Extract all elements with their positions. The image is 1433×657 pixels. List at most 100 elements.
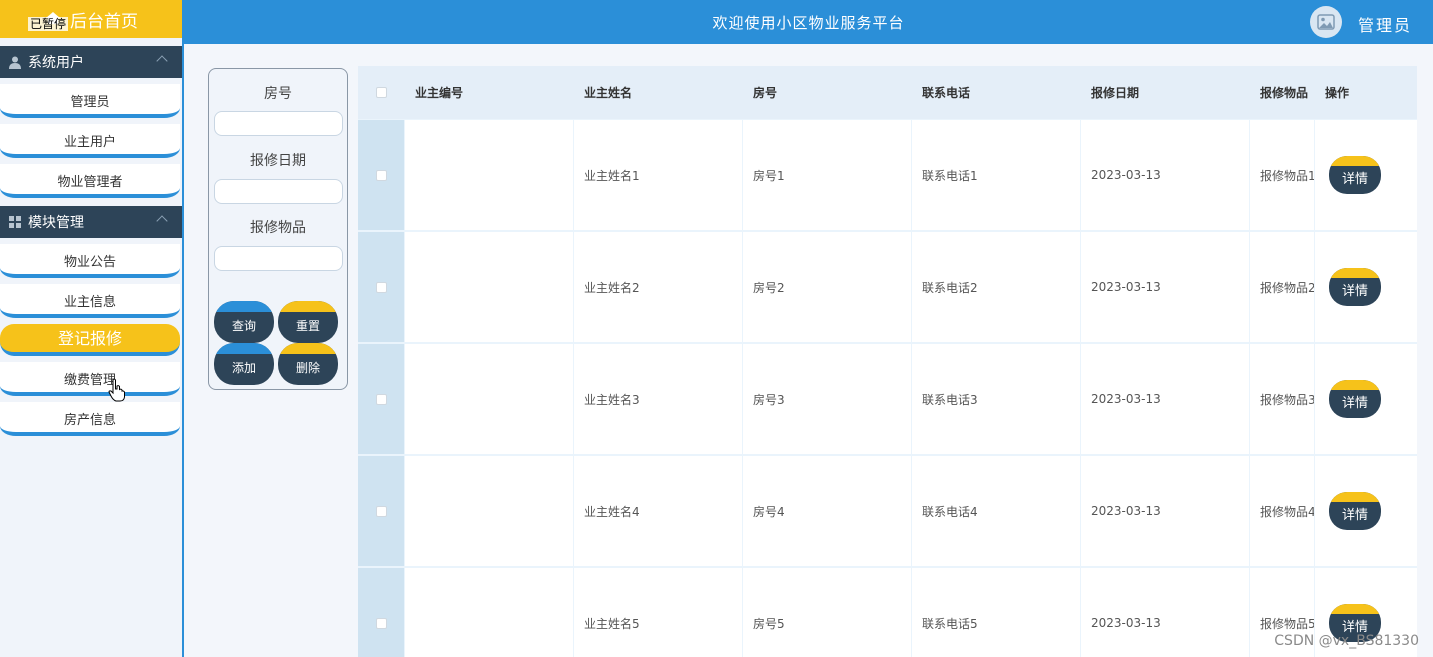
sidebar-item-label: 业主信息 [63, 295, 116, 310]
avatar[interactable] [1310, 6, 1342, 38]
chevron-up-icon [156, 215, 168, 227]
phone-cell: 联系电话1 [912, 120, 1080, 230]
detail-button[interactable]: 详情 [1329, 492, 1381, 530]
phone-cell: 联系电话5 [912, 568, 1080, 657]
row-select-cell [358, 344, 404, 454]
sidebar-item-label: 物业管理者 [57, 175, 123, 190]
delete-button[interactable]: 删除 [278, 343, 338, 385]
sidebar-item-admin[interactable]: 管理员 [0, 84, 180, 118]
row-checkbox[interactable] [375, 169, 387, 181]
chevron-up-icon [156, 55, 168, 67]
column-header: 操作 [1325, 86, 1350, 100]
detail-button[interactable]: 详情 [1329, 156, 1381, 194]
table-row: 业主姓名3 房号3 联系电话3 2023-03-13 报修物品3 详情 [358, 344, 1417, 454]
row-select-cell [358, 232, 404, 342]
query-button[interactable]: 查询 [214, 301, 274, 343]
add-button[interactable]: 添加 [214, 343, 274, 385]
button-label: 详情 [1341, 507, 1368, 522]
sidebar-item-announcements[interactable]: 物业公告 [0, 244, 180, 278]
row-checkbox[interactable] [375, 281, 387, 293]
sidebar-group-label: 模块管理 [28, 215, 84, 231]
table-row: 业主姓名2 房号2 联系电话2 2023-03-13 报修物品2 详情 [358, 232, 1417, 342]
column-header[interactable]: 报修日期 [1081, 66, 1249, 119]
sidebar-item-property-managers[interactable]: 物业管理者 [0, 164, 180, 198]
row-checkbox[interactable] [375, 617, 387, 629]
row-checkbox[interactable] [375, 393, 387, 405]
watermark: CSDN @vx_BS81330 [1274, 633, 1419, 649]
sidebar-item-label: 登记报修 [57, 329, 122, 348]
sidebar-item-label: 业主用户 [63, 135, 116, 150]
column-header[interactable]: 报修物品 [1250, 66, 1314, 119]
repair-date-input[interactable] [214, 179, 343, 204]
button-label: 重置 [295, 319, 320, 333]
detail-button[interactable]: 详情 [1329, 380, 1381, 418]
page-title: 欢迎使用小区物业服务平台 [712, 14, 905, 32]
hand-cursor-icon [108, 378, 125, 402]
grid-icon [9, 216, 21, 228]
column-header[interactable]: 联系电话 [912, 66, 1080, 119]
room-cell: 房号1 [743, 120, 911, 230]
paused-tag: 已暂停 [28, 17, 69, 31]
room-label: 房号 [264, 86, 292, 102]
table-row: 业主姓名4 房号4 联系电话4 2023-03-13 报修物品4 详情 [358, 456, 1417, 566]
action-cell: 详情 [1315, 120, 1417, 230]
room-cell: 房号4 [743, 456, 911, 566]
button-label: 详情 [1341, 171, 1368, 186]
sidebar-item-repair-registration[interactable]: 登记报修 [0, 324, 180, 356]
detail-button[interactable]: 详情 [1329, 268, 1381, 306]
image-icon [1317, 14, 1335, 30]
column-header[interactable]: 业主姓名 [574, 66, 742, 119]
sidebar-item-label: 房产信息 [63, 413, 116, 428]
select-all-checkbox[interactable] [375, 87, 387, 98]
owner-name-cell: 业主姓名4 [574, 456, 742, 566]
date-cell: 2023-03-13 [1081, 120, 1249, 230]
column-header[interactable]: 业主编号 [405, 66, 573, 119]
sidebar-item-property-info[interactable]: 房产信息 [0, 402, 180, 436]
phone-cell: 联系电话3 [912, 344, 1080, 454]
room-cell: 房号5 [743, 568, 911, 657]
owner-id-cell [405, 344, 573, 454]
room-cell: 房号2 [743, 232, 911, 342]
column-header[interactable]: 房号 [743, 66, 911, 119]
action-cell: 详情 [1315, 232, 1417, 342]
date-cell: 2023-03-13 [1081, 568, 1249, 657]
repair-date-label: 报修日期 [250, 153, 306, 169]
sidebar-group-system-users[interactable]: 系统用户 [0, 46, 182, 78]
button-label: 添加 [231, 361, 256, 375]
sidebar-item-label: 管理员 [70, 95, 110, 110]
table-row: 业主姓名5 房号5 联系电话5 2023-03-13 报修物品5 详情 [358, 568, 1417, 657]
item-cell: 报修物品4 [1250, 456, 1314, 566]
sidebar-item-owner-info[interactable]: 业主信息 [0, 284, 180, 318]
table-row: 业主姓名1 房号1 联系电话1 2023-03-13 报修物品1 详情 [358, 120, 1417, 230]
sidebar-item-label: 物业公告 [63, 255, 116, 270]
room-input[interactable] [214, 111, 343, 136]
select-all-cell [358, 66, 404, 119]
search-panel: 房号 报修日期 报修物品 查询 重置 添加 删除 [208, 68, 348, 390]
table-header: 业主编号 业主姓名 房号 联系电话 报修日期 报修物品 操作 [358, 66, 1417, 119]
sidebar: 已暂停 后台首页 系统用户 管理员 业主用户 物业管理者 模块管理 物业公告 业… [0, 0, 184, 657]
date-cell: 2023-03-13 [1081, 456, 1249, 566]
button-label: 详情 [1341, 283, 1368, 298]
sidebar-item-owner-users[interactable]: 业主用户 [0, 124, 180, 158]
action-cell: 详情 [1315, 456, 1417, 566]
button-label: 删除 [295, 361, 320, 375]
button-label: 详情 [1341, 395, 1368, 410]
row-select-cell [358, 456, 404, 566]
row-checkbox[interactable] [375, 505, 387, 517]
item-cell: 报修物品3 [1250, 344, 1314, 454]
reset-button[interactable]: 重置 [278, 301, 338, 343]
row-select-cell [358, 568, 404, 657]
owner-id-cell [405, 232, 573, 342]
sidebar-group-modules[interactable]: 模块管理 [0, 206, 182, 238]
item-cell: 报修物品1 [1250, 120, 1314, 230]
owner-name-cell: 业主姓名5 [574, 568, 742, 657]
date-cell: 2023-03-13 [1081, 232, 1249, 342]
sidebar-home-link[interactable]: 已暂停 后台首页 [0, 0, 182, 38]
row-select-cell [358, 120, 404, 230]
owner-name-cell: 业主姓名2 [574, 232, 742, 342]
repair-item-input[interactable] [214, 246, 343, 271]
sidebar-item-payment-management[interactable]: 缴费管理 [0, 362, 180, 396]
current-user-name[interactable]: 管理员 [1358, 12, 1412, 36]
owner-id-cell [405, 456, 573, 566]
data-table: 业主编号 业主姓名 房号 联系电话 报修日期 报修物品 操作 业主姓名1 房号1… [358, 66, 1417, 657]
